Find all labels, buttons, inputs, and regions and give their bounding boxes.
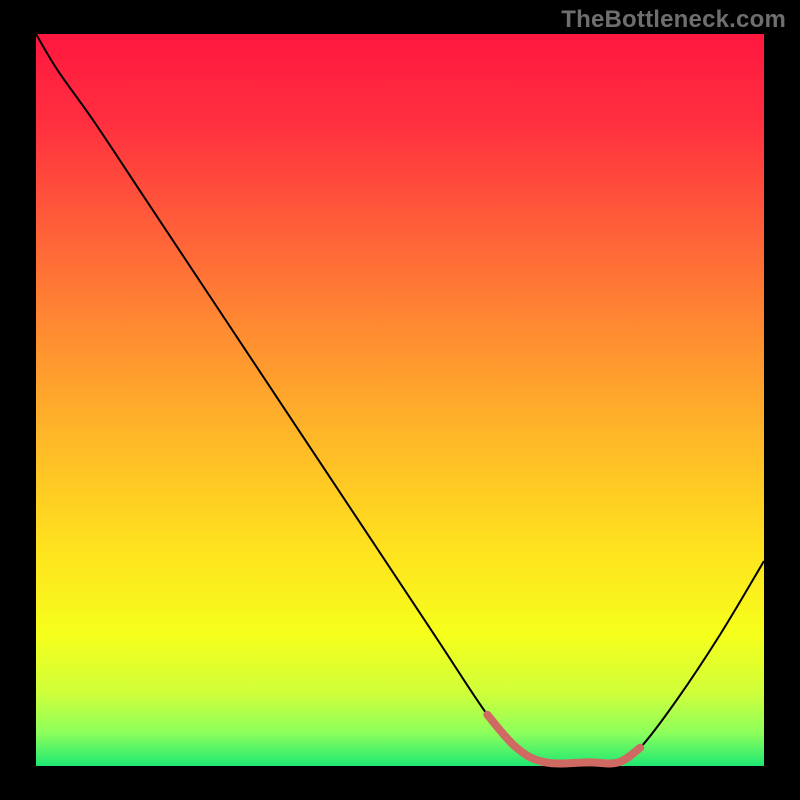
plot-background [36,34,764,766]
watermark-text: TheBottleneck.com [561,6,786,34]
chart-frame: TheBottleneck.com [0,0,800,800]
bottleneck-chart [0,0,800,800]
